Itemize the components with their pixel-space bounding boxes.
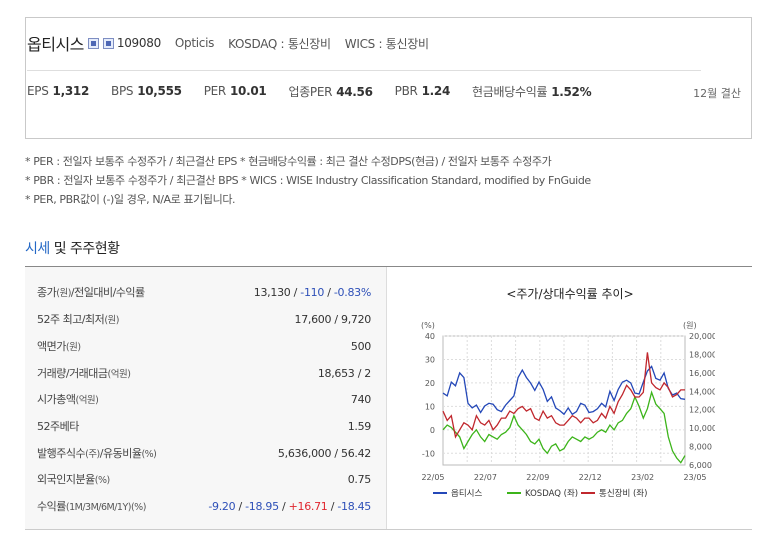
metric-dividend-yield: 현금배당수익률 1.52%: [472, 84, 592, 99]
table-row-returns: 수익률(1M/3M/6M/1Y)(%) -9.20 / -18.95 / +16…: [37, 499, 371, 514]
left-tick-label: 40: [425, 332, 435, 341]
left-axis-unit: (%): [421, 321, 435, 330]
footnote-per: * PER : 전일자 보통주 수정주가 / 최근결산 EPS * 현금배당수익…: [25, 155, 552, 168]
section-title: 시세 및 주주현황: [25, 241, 120, 257]
metric-pbr: PBR 1.24: [394, 84, 451, 98]
stock-code: 109080: [116, 36, 161, 50]
metric-eps: EPS 1,312: [27, 84, 90, 98]
right-tick-label: 18,000: [689, 350, 715, 359]
left-tick-label: 30: [425, 355, 435, 364]
table-row-beta: 52주베타 1.59: [37, 419, 371, 434]
left-tick-label: 0: [430, 426, 435, 435]
footnote-na: * PER, PBR값이 (-)일 경우, N/A로 표기됩니다.: [25, 193, 236, 206]
x-tick-label: 22/07: [474, 473, 497, 482]
right-tick-label: 20,000: [689, 332, 715, 341]
metric-per: PER 10.01: [203, 84, 267, 98]
x-tick-label: 22/05: [421, 473, 444, 482]
table-row-volume: 거래량/거래대금(억원) 18,653 / 2: [37, 366, 371, 381]
left-tick-label: -10: [422, 449, 435, 458]
table-row-shares: 발행주식수(주)/유동비율(%) 5,636,000 / 56.42: [37, 446, 371, 461]
table-row-close: 종가(원)/전일대비/수익률 13,130 / -110 / -0.83%: [37, 285, 371, 300]
x-tick-label: 22/09: [526, 473, 549, 482]
table-row-par-value: 액면가(원) 500: [37, 339, 371, 354]
market-sector: KOSDAQ : 통신장비: [228, 36, 331, 51]
table-row-foreign-ratio: 외국인지분율(%) 0.75: [37, 472, 371, 487]
right-tick-label: 16,000: [689, 369, 715, 378]
metric-sector-per: 업종PER 44.56: [288, 84, 373, 99]
legend-kosdaq-label: KOSDAQ (좌): [525, 489, 578, 499]
homepage-icon[interactable]: [87, 37, 99, 49]
company-header-row: 옵티시스 109080 Opticis KOSDAQ : 통신장비 WICS :…: [27, 32, 429, 54]
right-tick-label: 10,000: [689, 424, 715, 433]
disclosure-icon[interactable]: [102, 37, 114, 49]
table-bottom-border: [25, 529, 752, 530]
left-tick-label: 10: [425, 402, 435, 411]
settlement-month: 12월 결산: [693, 87, 741, 100]
metrics-row: EPS 1,312 BPS 10,555 PER 10.01 업종PER 44.56 P…: [27, 82, 613, 100]
right-tick-label: 6,000: [689, 461, 712, 470]
legend-company-label: 옵티시스: [451, 489, 482, 499]
chart-title: <주가/상대수익률 추이>: [506, 287, 634, 301]
footnote-pbr: * PBR : 전일자 보통주 수정주가 / 최근결산 BPS * WICS :…: [25, 174, 591, 187]
right-tick-label: 12,000: [689, 406, 715, 415]
left-tick-label: 20: [425, 379, 435, 388]
price-return-chart: 40 30 20 10 0 -10 20,000 18,000 16,000 14,000 12,0…: [421, 321, 715, 499]
price-info-pane: 종가(원)/전일대비/수익률 13,130 / -110 / -0.83% 52…: [25, 267, 387, 529]
table-row-52w-range: 52주 최고/최저(원) 17,600 / 9,720: [37, 312, 371, 327]
footnotes: * PER : 전일자 보통주 수정주가 / 최근결산 EPS * 현금배당수익…: [25, 152, 591, 209]
x-tick-label: 23/05: [683, 473, 706, 482]
table-row-market-cap: 시가총액(억원) 740: [37, 392, 371, 407]
company-english-name: Opticis: [174, 36, 215, 50]
wics-sector: WICS : 통신장비: [344, 36, 429, 51]
x-tick-label: 22/12: [579, 473, 602, 482]
right-axis-unit: (원): [683, 321, 697, 330]
right-tick-label: 14,000: [689, 387, 715, 396]
summary-divider: [27, 70, 701, 71]
legend-sector-label: 통신장비 (좌): [599, 488, 647, 499]
company-name: 옵티시스: [27, 35, 84, 54]
right-tick-label: 8,000: [689, 443, 712, 452]
metric-bps: BPS 10,555: [111, 84, 182, 98]
x-tick-label: 23/02: [631, 473, 654, 482]
